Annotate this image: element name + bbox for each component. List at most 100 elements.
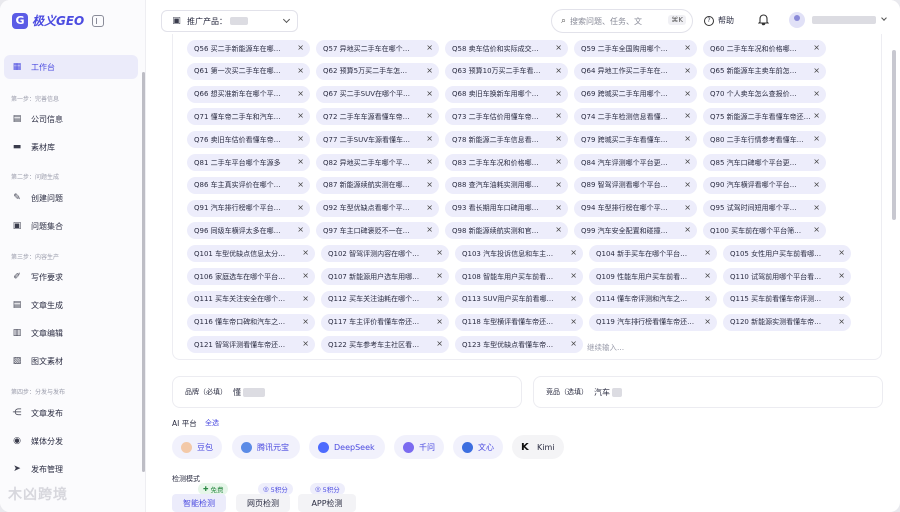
close-icon[interactable]: × (838, 248, 845, 257)
question-tag[interactable]: Q74 二手车检测信息看懂… × (574, 108, 697, 126)
sidebar-item-create-question[interactable]: ✎ 创建问题 (4, 187, 138, 209)
question-tag[interactable]: Q106 家庭选车在哪个平台… × (187, 268, 315, 285)
brand-field[interactable]: 品牌（必填） 懂 (172, 376, 522, 408)
question-tag[interactable]: Q87 新能源续航实测在哪… × (316, 176, 439, 194)
bell-icon[interactable] (757, 14, 770, 28)
close-icon[interactable]: × (297, 66, 304, 75)
question-tag[interactable]: Q96 同级车横评太多在哪… × (187, 222, 310, 240)
sidebar-item-company-info[interactable]: ▤ 公司信息 (4, 108, 138, 130)
question-tag[interactable]: Q77 二手SUV车源看懂车… × (316, 131, 439, 149)
close-icon[interactable]: × (570, 339, 577, 348)
close-icon[interactable]: × (436, 294, 443, 303)
close-icon[interactable]: × (570, 317, 577, 326)
close-icon[interactable]: × (570, 248, 577, 257)
question-tag[interactable]: Q123 车型优缺点看懂车帝… × (455, 336, 583, 354)
close-icon[interactable]: × (436, 248, 443, 257)
close-icon[interactable]: × (297, 43, 304, 52)
close-icon[interactable]: × (297, 157, 304, 166)
close-icon[interactable]: × (426, 89, 433, 98)
close-icon[interactable]: × (684, 43, 691, 52)
question-tag[interactable]: Q59 二手车全国购用哪个… × (574, 40, 697, 57)
question-tag[interactable]: Q118 车型横评看懂车帝还… × (455, 313, 583, 331)
question-tag[interactable]: Q81 二手车平台哪个车源多 × (187, 154, 310, 171)
question-tag[interactable]: Q121 智驾评测看懂车帝还… × (187, 336, 315, 354)
content-scrollbar[interactable] (892, 50, 896, 220)
question-tag[interactable]: Q65 新能源车主卖车前怎… × (703, 62, 826, 80)
close-icon[interactable]: × (570, 271, 577, 280)
close-icon[interactable]: × (555, 225, 562, 234)
close-icon[interactable]: × (297, 134, 304, 143)
question-tag[interactable]: Q63 预算10万买二手车看… × (445, 62, 568, 80)
continue-input[interactable]: 继续输入... (587, 342, 624, 353)
question-tag[interactable]: Q119 汽车排行榜看懂车帝还… × (589, 313, 717, 331)
close-icon[interactable]: × (555, 66, 562, 75)
question-tag[interactable]: Q100 买车前在哪个平台筛… × (703, 222, 826, 240)
question-tag[interactable]: Q116 懂车帝口碑和汽车之… × (187, 313, 315, 331)
close-icon[interactable]: × (302, 248, 309, 257)
question-tag[interactable]: Q57 异地买二手车在哪个… × (316, 40, 439, 57)
platform-wenxin[interactable]: 文心 (453, 435, 503, 459)
close-icon[interactable]: × (297, 203, 304, 212)
close-icon[interactable]: × (813, 66, 820, 75)
question-tag[interactable]: Q73 二手车估价用懂车帝… × (445, 108, 568, 126)
select-all-link[interactable]: 全选 (205, 418, 219, 428)
question-tag[interactable]: Q105 女性用户买车前看哪… × (723, 245, 851, 263)
close-icon[interactable]: × (302, 271, 309, 280)
question-tag[interactable]: Q107 新能源用户选车用哪… × (321, 268, 449, 285)
close-icon[interactable]: × (813, 43, 820, 52)
close-icon[interactable]: × (555, 89, 562, 98)
question-tag[interactable]: Q88 查汽车油耗实测用哪… × (445, 176, 568, 194)
close-icon[interactable]: × (555, 43, 562, 52)
search-input[interactable]: ⌕ 搜索问题、任务、文 ⌘K (551, 9, 693, 33)
close-icon[interactable]: × (426, 43, 433, 52)
chevron-down-icon[interactable] (881, 15, 887, 21)
close-icon[interactable]: × (813, 225, 820, 234)
close-icon[interactable]: × (813, 203, 820, 212)
close-icon[interactable]: × (684, 203, 691, 212)
close-icon[interactable]: × (684, 180, 691, 189)
sidebar-item-article-publish[interactable]: ⋲ 文章发布 (4, 402, 138, 424)
sidebar-item-writing-requirements[interactable]: ✐ 写作要求 (4, 266, 138, 288)
sidebar-item-workbench[interactable]: ▦ 工作台 (4, 55, 138, 79)
question-tag[interactable]: Q83 二手车车况和价格哪… × (445, 154, 568, 171)
question-tag[interactable]: Q79 跨城买二手车看懂车… × (574, 131, 697, 149)
question-tag[interactable]: Q113 SUV用户买车前看哪… × (455, 290, 583, 308)
close-icon[interactable]: × (426, 203, 433, 212)
question-tag[interactable]: Q102 智驾评测内容在哪个… × (321, 245, 449, 263)
question-tag[interactable]: Q56 买二手新能源车在哪… × (187, 40, 310, 57)
question-tag[interactable]: Q68 卖旧车换新车用哪个… × (445, 85, 568, 103)
question-tag[interactable]: Q97 车主口碑褒贬不一在… × (316, 222, 439, 240)
close-icon[interactable]: × (704, 271, 711, 280)
avatar[interactable] (789, 12, 805, 28)
close-icon[interactable]: × (704, 294, 711, 303)
question-tag[interactable]: Q93 看长期用车口碑用哪… × (445, 199, 568, 217)
question-tag[interactable]: Q66 想买准新车在哪个平… × (187, 85, 310, 103)
close-icon[interactable]: × (436, 317, 443, 326)
question-tag[interactable]: Q117 车主评价看懂车帝还… × (321, 313, 449, 331)
close-icon[interactable]: × (813, 180, 820, 189)
question-tag[interactable]: Q114 懂车帝评测和汽车之… × (589, 290, 717, 308)
close-icon[interactable]: × (426, 225, 433, 234)
question-tag[interactable]: Q67 买二手SUV在哪个平… × (316, 85, 439, 103)
question-tag[interactable]: Q75 新能源二手车看懂车帝还… × (703, 108, 826, 126)
close-icon[interactable]: × (838, 294, 845, 303)
close-icon[interactable]: × (704, 317, 711, 326)
question-tag[interactable]: Q90 汽车横评看哪个平台… × (703, 176, 826, 194)
sidebar-item-question-set[interactable]: ▣ 问题集合 (4, 215, 138, 237)
question-tag[interactable]: Q111 买车关注安全在哪个… × (187, 290, 315, 308)
close-icon[interactable]: × (426, 111, 433, 120)
close-icon[interactable]: × (302, 294, 309, 303)
question-tag[interactable]: Q70 个人卖车怎么查报价… × (703, 85, 826, 103)
help-button[interactable]: ? 帮助 (704, 15, 734, 26)
question-tag[interactable]: Q101 车型优缺点信息太分… × (187, 245, 315, 263)
question-tag[interactable]: Q109 性能车用户买车前看… × (589, 268, 717, 285)
close-icon[interactable]: × (297, 89, 304, 98)
question-tag[interactable]: Q115 买车前看懂车帝评测… × (723, 290, 851, 308)
competitor-field[interactable]: 竞品（选填） 汽车 (533, 376, 883, 408)
question-tag[interactable]: Q112 买车关注油耗在哪个… × (321, 290, 449, 308)
question-tag[interactable]: Q92 车型优缺点看哪个平… × (316, 199, 439, 217)
close-icon[interactable]: × (813, 134, 820, 143)
sidebar-item-material-library[interactable]: ▬ 素材库 (4, 136, 138, 158)
question-tag[interactable]: Q60 二手车车况和价格哪… × (703, 40, 826, 57)
close-icon[interactable]: × (297, 111, 304, 120)
